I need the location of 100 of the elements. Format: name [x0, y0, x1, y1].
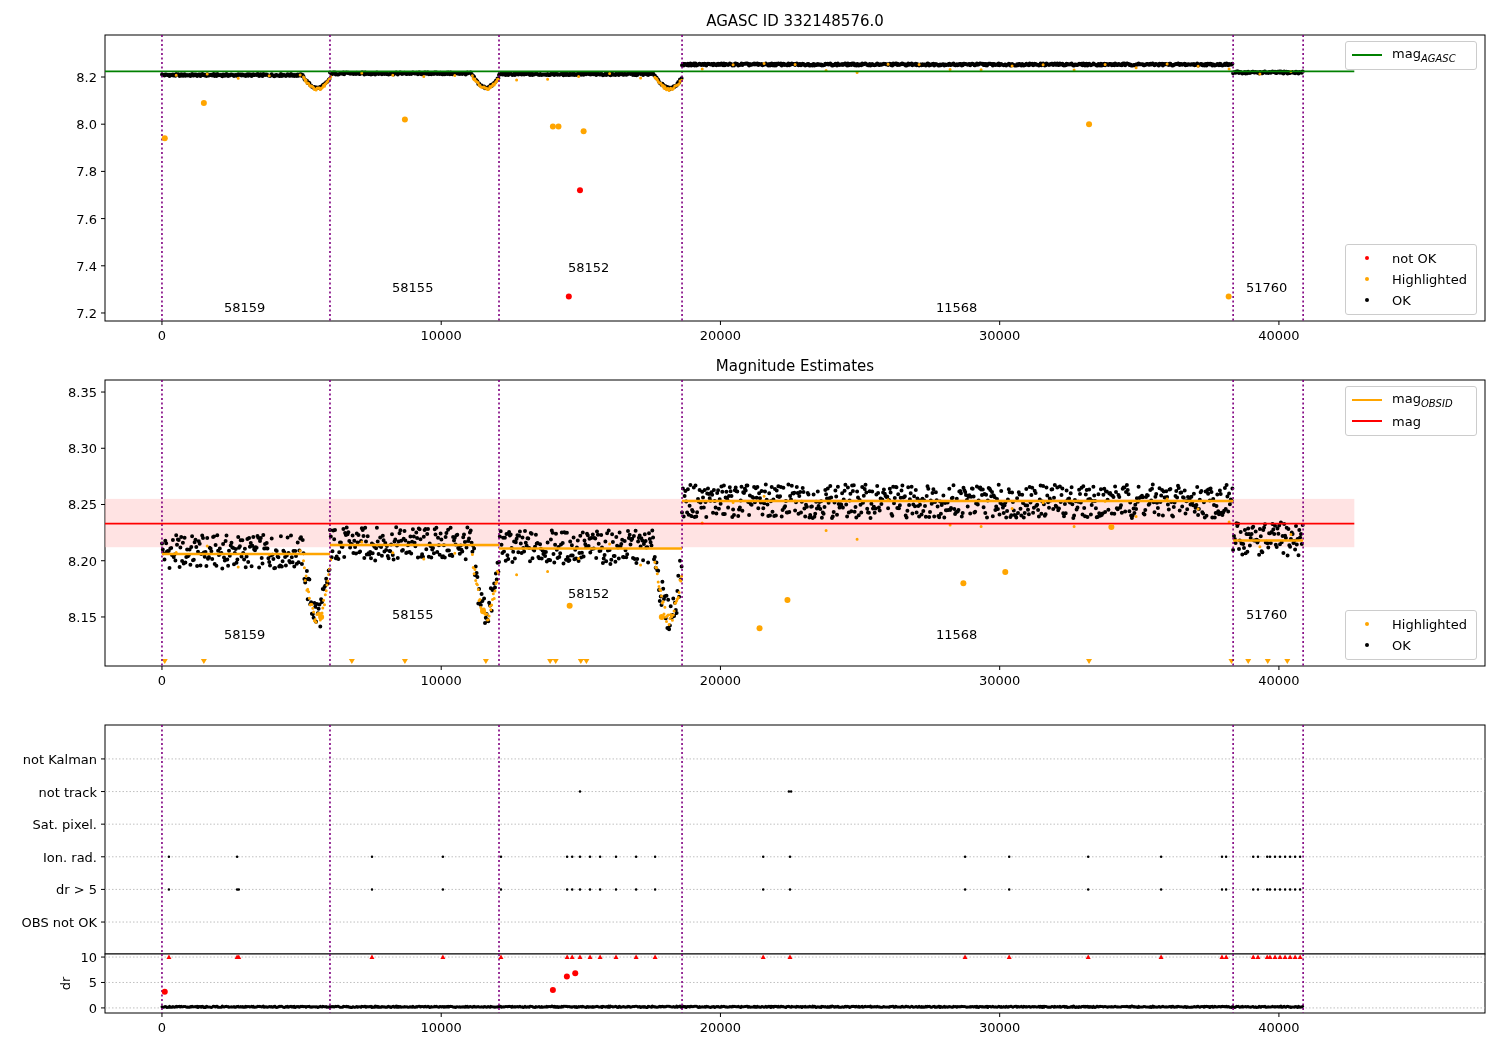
legend-label: mag: [1392, 413, 1421, 429]
tick-label: 8.25: [68, 497, 97, 513]
legend-dot-icon: [1365, 277, 1369, 281]
legend-label: OK: [1392, 292, 1411, 308]
tick-label: 8.35: [68, 385, 97, 401]
legend-dot-icon: [1365, 298, 1369, 302]
scatter-point: [401, 116, 408, 123]
scatter-point: [200, 99, 207, 106]
scatter-point: [577, 187, 583, 194]
legend-dot-icon: [1365, 643, 1369, 647]
tick-label: 40000: [1258, 1020, 1300, 1035]
tick-label: 8.15: [68, 609, 97, 625]
scatter-point: [565, 293, 572, 300]
triangle-marker: [587, 954, 593, 960]
observation-label: 58155: [392, 280, 434, 295]
legend-line-icon: [1352, 419, 1382, 423]
triangle-marker: [760, 954, 766, 960]
axis-label: dr: [58, 976, 73, 991]
legend-label: OK: [1392, 637, 1411, 653]
tick-label: 7.8: [76, 164, 97, 180]
tick-label: Sat. pixel.: [32, 817, 97, 833]
observation-label: 11568: [936, 626, 978, 642]
tick-label: 0: [157, 673, 167, 688]
tick-label: OBS not OK: [21, 915, 97, 931]
tick-label: 7.4: [76, 258, 97, 274]
triangle-marker: [166, 954, 172, 960]
y-axis-ticks: [100, 956, 106, 1009]
observation-label: 58152: [568, 586, 610, 602]
scatter-point: [566, 602, 573, 609]
scatter-point: [318, 613, 325, 620]
triangle-marker: [369, 954, 375, 960]
observation-label: 58155: [392, 606, 434, 622]
scatter-point: [480, 608, 487, 615]
tick-label: 5: [88, 975, 97, 991]
scatter-point: [572, 970, 579, 977]
observation-label: 51760: [1245, 606, 1288, 622]
triangle-marker: [962, 954, 968, 960]
chart-title: Magnitude Estimates: [715, 357, 875, 375]
tick-label: dr > 5: [55, 882, 97, 898]
scatter-point: [161, 135, 168, 142]
scatter-point: [563, 973, 570, 980]
observation-label: 11568: [936, 300, 978, 316]
tick-label: not track: [38, 784, 97, 800]
tick-label: 8.30: [68, 441, 97, 457]
observation-label: 51760: [1245, 280, 1288, 295]
scatter-point: [756, 625, 763, 632]
observation-label: 58159: [223, 626, 266, 642]
tick-label: 20000: [699, 328, 742, 343]
legend-label: mag$_{OBSID}$: [1392, 391, 1453, 409]
tick-label: 7.6: [76, 211, 97, 227]
triangle-marker: [1006, 954, 1012, 960]
tick-label: 0: [88, 1000, 97, 1016]
tick-label: 7.2: [76, 306, 97, 321]
triangle-marker: [633, 954, 639, 960]
tick-label: 20000: [699, 673, 742, 688]
legend-dot-icon: [1365, 256, 1369, 260]
observation-label: 58159: [223, 300, 266, 316]
tick-label: 40000: [1258, 673, 1300, 688]
legend-label: Highlighted: [1392, 616, 1467, 632]
triangle-marker: [1085, 954, 1091, 960]
tick-label: 30000: [979, 1020, 1021, 1035]
scatter-point: [960, 580, 967, 587]
scatter-point: [1225, 293, 1232, 300]
tick-label: 10000: [420, 328, 462, 343]
tick-label: 8.0: [76, 117, 97, 133]
tick-label: 10000: [420, 1020, 462, 1035]
tick-label: 30000: [979, 673, 1021, 688]
tick-label: 0: [157, 328, 167, 343]
tick-label: 8.2: [76, 70, 97, 85]
triangle-marker: [787, 954, 793, 960]
scatter-point: [1086, 121, 1093, 128]
chart-title: AGASC ID 332148576.0: [706, 12, 884, 30]
scatter-point: [161, 988, 168, 995]
triangle-marker: [498, 954, 504, 960]
scatter-point: [1108, 524, 1115, 530]
triangle-marker: [440, 954, 446, 960]
scatter-point: [658, 613, 665, 620]
legend-label: mag$_{AGASC}$: [1392, 46, 1456, 64]
tick-label: Ion. rad.: [43, 849, 97, 865]
triangle-marker: [1158, 954, 1164, 960]
tick-label: not Kalman: [22, 751, 97, 767]
scatter-point: [784, 597, 791, 604]
tick-label: 30000: [979, 328, 1021, 343]
legend-dot-icon: [1365, 622, 1369, 626]
legend-line-icon: [1352, 398, 1382, 402]
tick-label: 20000: [699, 1020, 742, 1035]
triangle-marker: [652, 954, 658, 960]
tick-label: 0: [157, 1020, 167, 1035]
triangle-marker: [577, 954, 583, 960]
triangle-marker: [597, 954, 603, 960]
tick-label: 8.20: [68, 553, 97, 569]
scatter-point: [1002, 569, 1009, 575]
scatter-point: [549, 987, 556, 994]
observation-label: 58152: [568, 259, 610, 275]
tick-label: 40000: [1258, 328, 1300, 343]
legend-line-icon: [1352, 53, 1382, 57]
triangle-marker: [613, 954, 619, 960]
legend-label: Highlighted: [1392, 271, 1467, 287]
tick-label: 10: [80, 950, 97, 966]
legend-label: not OK: [1392, 250, 1437, 266]
